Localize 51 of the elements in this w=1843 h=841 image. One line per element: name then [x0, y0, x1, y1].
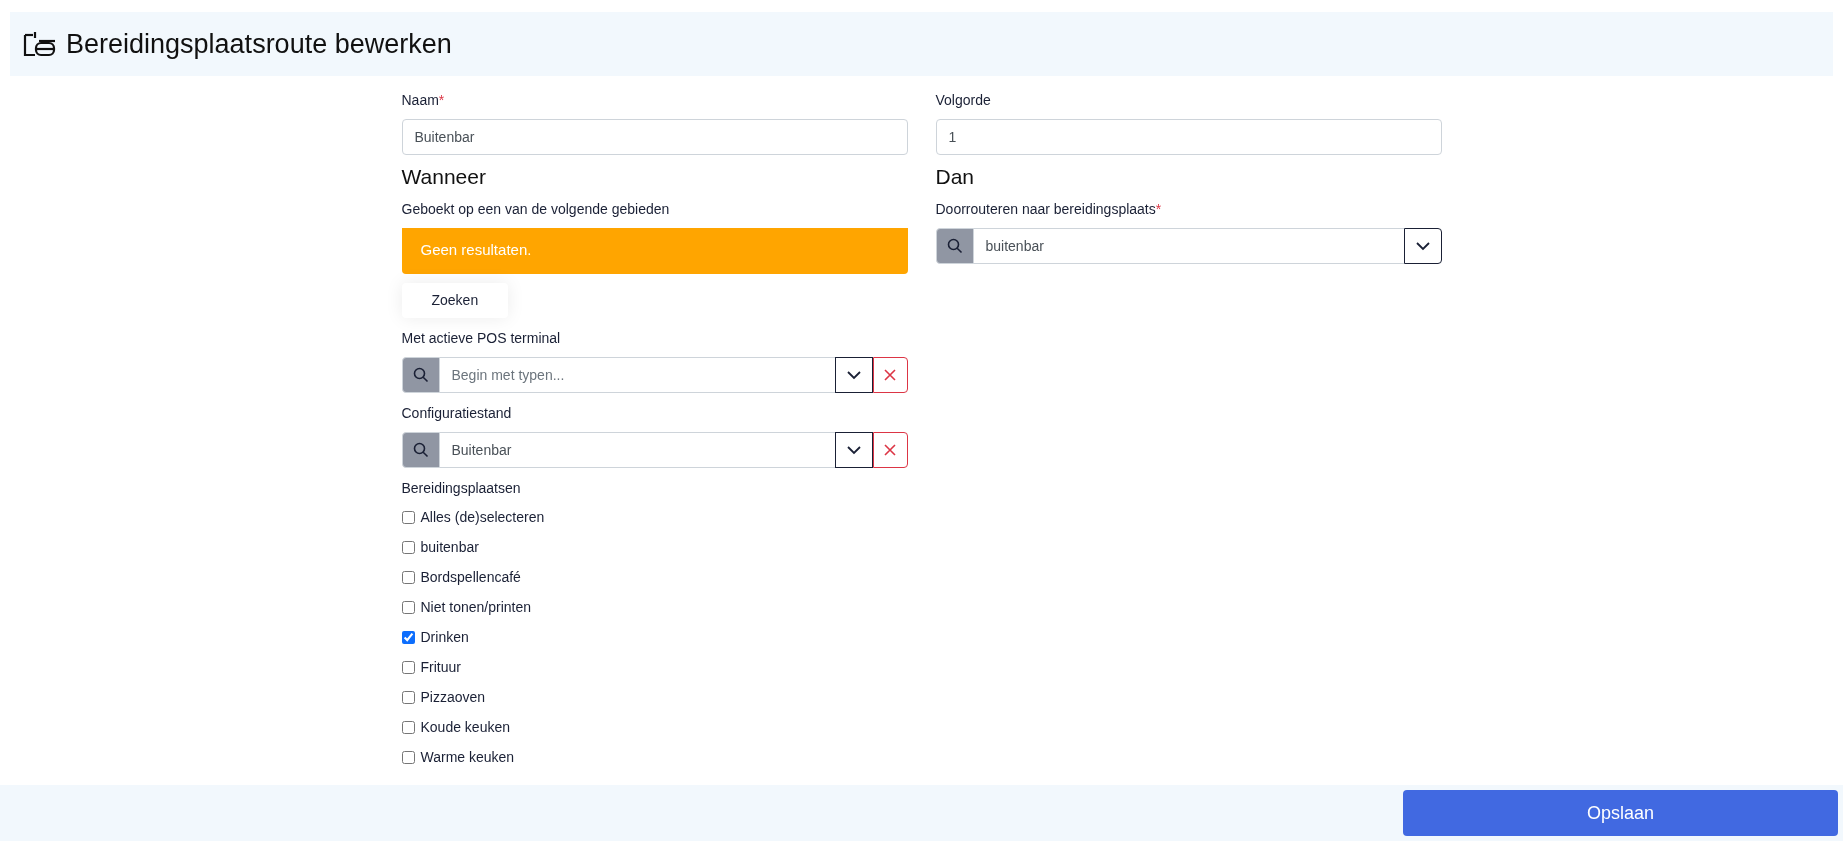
field-label: Naam	[401, 91, 439, 110]
dropdown-button[interactable]	[834, 356, 873, 393]
required-mark: *	[438, 91, 445, 110]
chevron-down-icon	[845, 369, 862, 380]
field-label: Bereidingsplaatsen	[401, 478, 522, 498]
checkbox[interactable]	[401, 691, 415, 704]
search-icon	[412, 441, 429, 458]
search-button[interactable]: Zoeken	[401, 282, 509, 318]
search-icon	[946, 237, 963, 254]
checkbox[interactable]	[401, 631, 415, 644]
checkbox[interactable]	[401, 661, 415, 674]
field-label: Doorrouteren naar bereidingsplaats	[935, 199, 1156, 219]
chevron-down-icon	[845, 444, 862, 455]
checkbox-label: Bordspellencafé	[420, 568, 521, 587]
field-label: Configuratiestand	[401, 403, 513, 423]
checkbox[interactable]	[401, 541, 415, 554]
checkbox[interactable]	[401, 601, 415, 614]
checkbox-label: Niet tonen/printen	[420, 598, 532, 617]
checkbox-label: Drinken	[420, 628, 469, 647]
text-input[interactable]: Buitenbar	[401, 119, 908, 155]
checkbox[interactable]	[401, 511, 415, 524]
clear-button[interactable]	[872, 431, 908, 468]
search-icon	[412, 366, 429, 383]
search-input[interactable]: buitenbar	[973, 228, 1404, 263]
close-icon	[884, 368, 896, 381]
checkbox-label: Koude keuken	[420, 718, 511, 737]
save-button[interactable]: Opslaan	[1403, 790, 1838, 836]
clear-button[interactable]	[872, 356, 908, 393]
checkbox-label: Alles (de)selecteren	[420, 508, 545, 527]
required-mark: *	[1155, 199, 1162, 219]
text-input[interactable]: 1	[935, 119, 1442, 155]
checkbox-label: Frituur	[420, 658, 461, 677]
page-title: Bereidingsplaatsroute bewerken	[66, 27, 452, 61]
warning-alert: Geen resultaten.	[401, 227, 908, 274]
section-heading: Dan	[935, 164, 976, 190]
checkbox[interactable]	[401, 751, 415, 764]
chevron-down-icon	[1414, 240, 1431, 251]
close-icon	[884, 443, 896, 456]
checkbox-label: Warme keuken	[420, 748, 515, 767]
field-label: Geboekt op een van de volgende gebieden	[401, 199, 671, 219]
section-heading: Wanneer	[401, 164, 487, 190]
field-label: Volgorde	[935, 91, 992, 110]
checkbox-label: buitenbar	[420, 538, 479, 557]
dropdown-button[interactable]	[1403, 227, 1442, 264]
field-label: Met actieve POS terminal	[401, 328, 562, 348]
checkbox-label: Pizzaoven	[420, 688, 486, 707]
checkbox[interactable]	[401, 721, 415, 734]
search-input[interactable]: Begin met typen...	[439, 357, 835, 392]
checkbox[interactable]	[401, 571, 415, 584]
dropdown-button[interactable]	[834, 431, 873, 468]
search-input[interactable]: Buitenbar	[439, 432, 835, 467]
